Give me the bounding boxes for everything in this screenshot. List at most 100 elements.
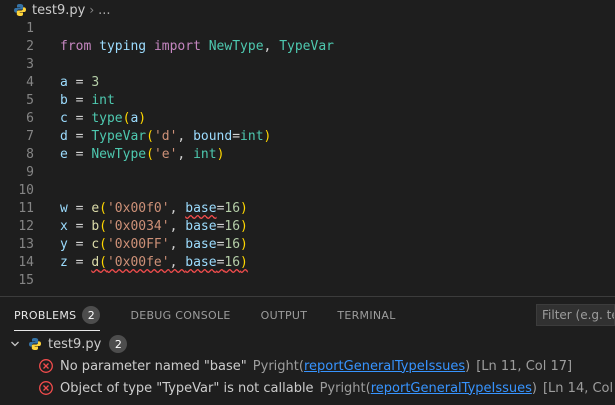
code-text: a = 3 [60, 74, 99, 92]
code-token: ( [99, 219, 107, 234]
problem-source: Pyright(reportGeneralTypeIssues) [319, 380, 537, 396]
code-text: z = d('0x00fe', base=16) [60, 254, 248, 272]
line-number: 1 [26, 21, 34, 36]
code-token: , [177, 129, 194, 144]
code-token: typing [99, 39, 147, 54]
code-line[interactable]: 12 x = b('0x0034', base=16) [0, 218, 615, 236]
code-line[interactable]: 5 b = int [0, 92, 615, 110]
python-file-icon [12, 2, 28, 18]
code-token: '0x0034' [106, 219, 170, 234]
code-token: , [169, 255, 186, 270]
problem-source-name: Pyright [252, 358, 299, 374]
code-token: 16 [224, 201, 241, 216]
code-line[interactable]: 2 from typing import NewType, TypeVar [0, 38, 615, 56]
line-number: 8 [26, 147, 34, 162]
code-text: c = type(a) [60, 110, 146, 128]
problem-position: [Ln 14, Col 5] [542, 380, 615, 396]
tab-terminal[interactable]: TERMINAL [337, 297, 395, 333]
code-token: x [60, 219, 68, 234]
problem-rule-link[interactable]: reportGeneralTypeIssues [371, 381, 532, 396]
error-icon [38, 358, 54, 374]
code-text: b = int [60, 92, 115, 110]
code-token: c [91, 237, 100, 252]
line-number: 15 [18, 273, 34, 288]
tab-problems-label: PROBLEMS [14, 308, 77, 322]
line-number: 10 [18, 183, 34, 198]
line-number: 13 [18, 237, 34, 252]
problem-file-row[interactable]: test9.py 2 [0, 333, 615, 355]
problems-filter-input[interactable]: Filter (e.g. text [536, 304, 615, 326]
code-token: int [91, 93, 115, 108]
code-token: = [67, 255, 92, 270]
code-line[interactable]: 11 w = e('0x00f0', base=16) [0, 200, 615, 218]
problem-item[interactable]: No parameter named "base" Pyright(report… [0, 355, 615, 377]
code-token: 16 [224, 237, 241, 252]
code-token: base [185, 201, 217, 216]
python-file-icon [28, 337, 42, 351]
code-line[interactable]: 10 [0, 182, 615, 200]
code-token: ) [240, 237, 248, 252]
code-token: , [177, 147, 194, 162]
code-token: TypeVar [91, 129, 147, 144]
problem-file-name: test9.py [48, 336, 102, 352]
code-line[interactable]: 14 z = d('0x00fe', base=16) [0, 254, 615, 272]
code-token: = [67, 129, 92, 144]
code-token: ) [138, 111, 147, 126]
code-token: ( [99, 255, 107, 270]
code-token: = [232, 129, 241, 144]
tab-problems[interactable]: PROBLEMS 2 [14, 297, 101, 333]
code-line[interactable]: 7d = TypeVar('d', bound=int) [0, 128, 615, 146]
code-token: '0x00fe' [106, 255, 170, 270]
code-line[interactable]: 4 a = 3 [0, 74, 615, 92]
code-token: 'e' [153, 147, 178, 162]
line-number: 5 [26, 93, 34, 108]
tab-debug-console[interactable]: DEBUG CONSOLE [130, 297, 230, 333]
line-number: 9 [26, 165, 34, 180]
bottom-panel: PROBLEMS 2 DEBUG CONSOLE OUTPUT TERMINAL… [0, 296, 615, 405]
code-line[interactable]: 6 c = type(a) [0, 110, 615, 128]
line-number: 7 [26, 129, 34, 144]
code-token: b [60, 93, 68, 108]
code-line[interactable]: 13 y = c('0x00FF', base=16) [0, 236, 615, 254]
code-line[interactable]: 8 e = NewType('e', int) [0, 146, 615, 164]
code-line[interactable]: 3 [0, 56, 615, 74]
code-token: NewType [208, 39, 264, 54]
problem-rule-link[interactable]: reportGeneralTypeIssues [304, 359, 465, 374]
code-token: ) [263, 129, 272, 144]
code-token: import [153, 39, 201, 54]
tab-output[interactable]: OUTPUT [261, 297, 308, 333]
code-token: d [60, 129, 68, 144]
panel-tabs: PROBLEMS 2 DEBUG CONSOLE OUTPUT TERMINAL… [0, 297, 615, 333]
code-line[interactable]: 9 [0, 164, 615, 182]
problem-item[interactable]: Object of type "TypeVar" is not callable… [0, 377, 615, 399]
code-token: , [169, 237, 186, 252]
code-token: e [91, 201, 100, 216]
line-number: 4 [26, 75, 34, 90]
code-token: TypeVar [279, 39, 334, 54]
chevron-down-icon[interactable] [8, 337, 22, 351]
code-token: 3 [91, 75, 100, 90]
breadcrumb-file[interactable]: test9.py [32, 3, 85, 18]
breadcrumb-more[interactable]: ... [98, 3, 110, 18]
problem-source: Pyright(reportGeneralTypeIssues) [252, 358, 471, 374]
code-token: 16 [224, 219, 241, 234]
problem-source-name: Pyright [319, 380, 366, 396]
code-token: y [60, 237, 68, 252]
problem-position: [Ln 11, Col 17] [476, 358, 573, 374]
code-line[interactable]: 15 [0, 272, 615, 290]
code-token: = [67, 147, 92, 162]
code-token: , [169, 219, 186, 234]
code-token: = [67, 75, 92, 90]
code-token: d [91, 255, 100, 270]
code-line[interactable]: 1 [0, 20, 615, 38]
code-token: ( [99, 237, 107, 252]
code-text: x = b('0x0034', base=16) [60, 218, 248, 236]
code-token: '0x00f0' [106, 201, 170, 216]
problem-message: No parameter named "base" [60, 358, 247, 374]
code-token: type [91, 111, 123, 126]
code-editor[interactable]: 1 2 from typing import NewType, TypeVar 3 4 a… [0, 20, 615, 296]
code-token: from [60, 39, 92, 54]
code-token: = [67, 93, 92, 108]
